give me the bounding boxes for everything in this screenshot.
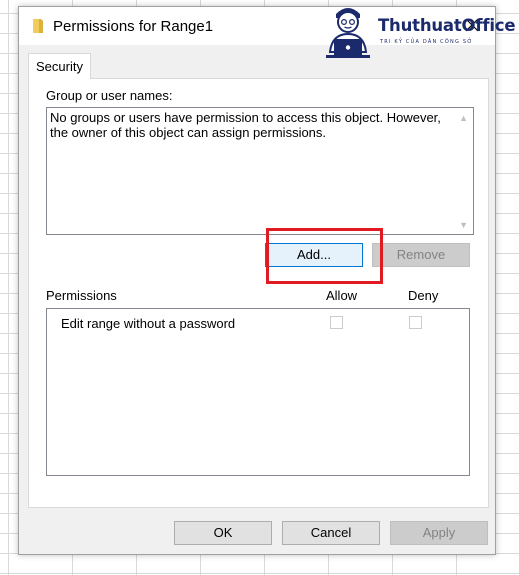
group-label: Group or user names: — [46, 88, 173, 103]
group-list[interactable]: No groups or users have permission to ac… — [46, 107, 474, 235]
person-laptop-icon — [326, 8, 370, 58]
group-list-scrollbar[interactable]: ▲ ▼ — [456, 108, 473, 234]
apply-button[interactable]: Apply — [390, 521, 488, 545]
folder-icon — [33, 19, 43, 33]
cancel-button[interactable]: Cancel — [282, 521, 380, 545]
remove-button[interactable]: Remove — [372, 243, 470, 267]
allow-checkbox[interactable] — [330, 316, 343, 329]
scroll-down-icon[interactable]: ▼ — [459, 220, 468, 230]
security-panel: Group or user names: No groups or users … — [28, 78, 489, 508]
window-title: Permissions for Range1 — [53, 18, 214, 35]
permissions-label: Permissions — [46, 288, 117, 303]
watermark-tagline: TRI KỶ CỦA DÂN CÔNG SỞ — [380, 39, 473, 45]
permission-name: Edit range without a password — [61, 316, 236, 331]
deny-checkbox[interactable] — [409, 316, 422, 329]
watermark-logo: ThuthuatOffice TRI KỶ CỦA DÂN CÔNG SỞ — [310, 0, 516, 64]
scroll-up-icon[interactable]: ▲ — [459, 113, 468, 123]
allow-header: Allow — [326, 288, 358, 303]
ok-button[interactable]: OK — [174, 521, 272, 545]
group-list-message: No groups or users have permission to ac… — [50, 110, 441, 140]
deny-header: Deny — [408, 288, 439, 303]
permissions-list: Edit range without a password — [46, 308, 470, 476]
highlight-box — [266, 228, 383, 284]
permissions-dialog: Permissions for Range1 Security Group or… — [18, 6, 496, 555]
tab-security[interactable]: Security — [28, 53, 91, 79]
watermark-brand: ThuthuatOffice — [378, 16, 516, 35]
